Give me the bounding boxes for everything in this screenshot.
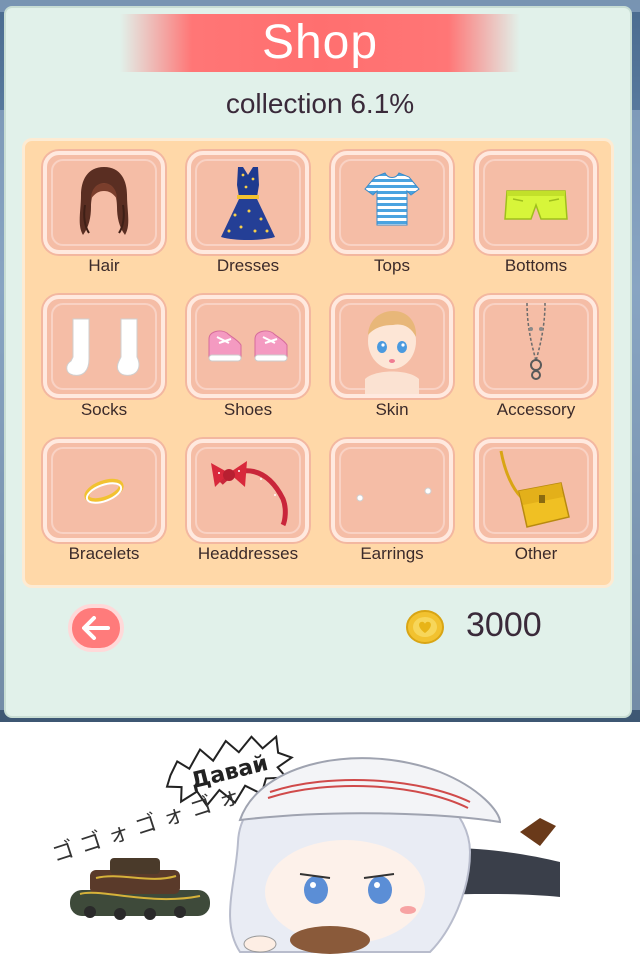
background-right-edge: [632, 110, 640, 710]
sneakers-icon: [208, 330, 288, 362]
category-label: Accessory: [496, 400, 576, 419]
category-hair[interactable]: Hair: [41, 141, 167, 281]
handbag-icon: [499, 450, 570, 528]
striped-top-icon: [364, 172, 420, 226]
bracelet-icon: [84, 478, 124, 504]
category-label: Earrings: [360, 544, 424, 563]
bow-headband-icon: [211, 461, 288, 527]
category-label: Hair: [88, 256, 120, 275]
shorts-icon: [504, 190, 568, 220]
coin-icon: [406, 610, 444, 644]
coin-balance: 3000: [466, 606, 542, 644]
hair-icon: [79, 167, 129, 235]
socks-icon: [66, 318, 140, 376]
category-accessory[interactable]: Accessory: [473, 285, 599, 425]
category-label: Dresses: [216, 256, 280, 275]
category-bottoms[interactable]: Bottoms: [473, 141, 599, 281]
category-label: Tops: [374, 256, 410, 275]
earrings-icon: [356, 487, 432, 502]
doll-face-icon: [365, 311, 419, 394]
game-screen: Shop collection 6.1% Hair Dresses Tops B…: [0, 0, 640, 722]
category-socks[interactable]: Socks: [41, 285, 167, 425]
back-button[interactable]: [68, 604, 124, 652]
category-label: Shoes: [223, 400, 273, 419]
category-dresses[interactable]: Dresses: [185, 141, 311, 281]
category-label: Skin: [375, 400, 409, 419]
category-shoes[interactable]: Shoes: [185, 285, 311, 425]
category-label: Socks: [80, 400, 128, 419]
page-title: Shop: [261, 16, 379, 69]
category-other[interactable]: Other: [473, 429, 599, 569]
category-label: Headdresses: [197, 544, 299, 563]
chibi-illustration: Давай ゴ ゴ ォ ゴ ォ ゴ ォ: [49, 734, 560, 954]
category-bracelets[interactable]: Bracelets: [41, 429, 167, 569]
category-label: Bottoms: [504, 256, 568, 275]
category-tops[interactable]: Tops: [329, 141, 455, 281]
category-earrings[interactable]: Earrings: [329, 429, 455, 569]
category-skin[interactable]: Skin: [329, 285, 455, 425]
category-grid: Hair Dresses Tops Bottoms Socks Shoes Sk…: [22, 138, 614, 588]
category-label: Bracelets: [68, 544, 140, 563]
back-arrow-icon: [82, 616, 110, 640]
chibi-comic-image: Давай ゴ ゴ ォ ゴ ォ ゴ ォ: [0, 722, 640, 960]
dress-icon: [221, 167, 275, 240]
category-label: Other: [514, 544, 558, 563]
sfx-text: ゴ ゴ ォ ゴ ォ ゴ ォ: [49, 783, 243, 867]
category-headdresses[interactable]: Headdresses: [185, 429, 311, 569]
collection-progress: collection 6.1%: [225, 88, 415, 119]
tank-drawing: [70, 858, 210, 920]
necklace-icon: [526, 302, 546, 380]
